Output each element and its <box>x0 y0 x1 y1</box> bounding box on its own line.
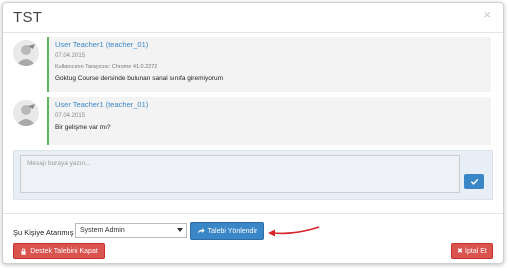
cancel-label: İptal Et <box>465 247 487 255</box>
reply-composer <box>13 150 493 200</box>
avatar <box>13 100 39 126</box>
message-author[interactable]: User Teacher1 (teacher_01) <box>55 39 485 50</box>
avatar <box>13 40 39 66</box>
assignee-label: Şu Kişiye Atanmış <box>13 228 74 237</box>
assignee-selected-value: System Admin <box>80 227 125 234</box>
close-ticket-label: Destek Talebini Kapat <box>30 247 98 255</box>
user-avatar-icon <box>13 100 39 126</box>
send-button[interactable] <box>464 174 484 189</box>
times-icon: ✖ <box>457 248 464 255</box>
message-text: Goktug Course dersinde bulunan sanal sın… <box>55 75 224 82</box>
message-item: User Teacher1 (teacher_01) 07.04.2015 Bi… <box>13 97 491 145</box>
caret-down-icon <box>177 228 183 232</box>
support-ticket-modal: TST × User Teacher1 (teacher_01) 07.04.2… <box>2 2 504 264</box>
message-bubble: User Teacher1 (teacher_01) 07.04.2015 Bi… <box>47 97 491 145</box>
forward-ticket-label: Talebi Yönlendir <box>207 227 258 235</box>
user-avatar-icon <box>13 40 39 66</box>
modal-header: TST × <box>3 3 503 33</box>
forward-ticket-button[interactable]: Talebi Yönlendir <box>190 222 264 240</box>
close-icon[interactable]: × <box>483 8 491 21</box>
message-author[interactable]: User Teacher1 (teacher_01) <box>55 99 485 110</box>
message-date: 07.04.2015 <box>55 53 86 59</box>
lock-icon <box>21 248 26 255</box>
cancel-button[interactable]: ✖ İptal Et <box>451 243 493 259</box>
footer-divider <box>3 213 503 214</box>
annotation-arrow-icon <box>268 226 320 237</box>
message-input[interactable] <box>20 155 460 193</box>
message-item: User Teacher1 (teacher_01) 07.04.2015 Ku… <box>13 37 491 92</box>
message-text: Bir gelişme var mı? <box>55 124 111 131</box>
assignee-select[interactable]: System Admin <box>75 223 187 238</box>
check-icon <box>470 178 478 185</box>
message-thread: User Teacher1 (teacher_01) 07.04.2015 Ku… <box>13 37 493 149</box>
share-arrow-icon <box>197 228 205 234</box>
close-ticket-button[interactable]: Destek Talebini Kapat <box>13 243 105 259</box>
message-bubble: User Teacher1 (teacher_01) 07.04.2015 Ku… <box>47 37 491 92</box>
message-browser-info: Kullanıcının Tarayıcısı: Chrome 41.0.227… <box>55 64 158 70</box>
modal-title: TST <box>13 9 43 26</box>
message-date: 07.04.2015 <box>55 113 86 119</box>
